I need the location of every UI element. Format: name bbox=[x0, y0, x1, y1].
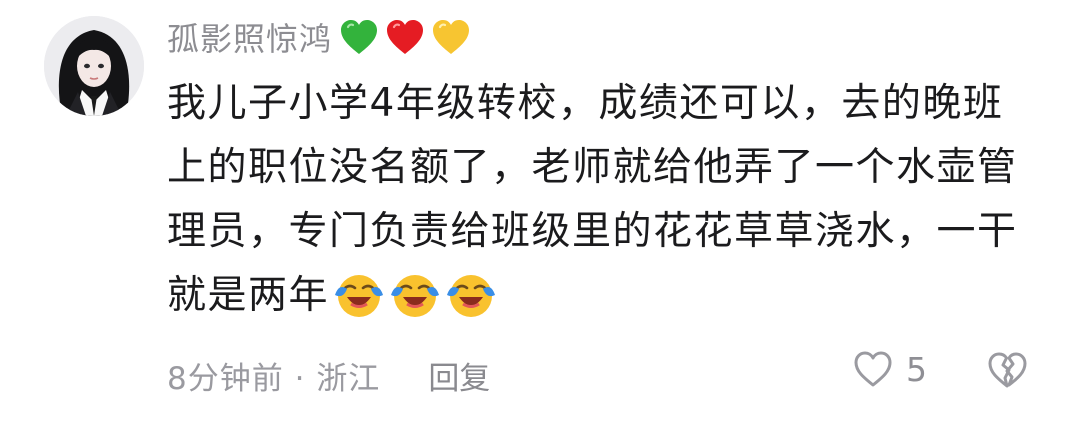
crying-laughing-emoji-icon bbox=[335, 274, 384, 317]
avatar[interactable] bbox=[44, 16, 144, 116]
emoji-group bbox=[333, 272, 501, 324]
comment-text-line: 上的职位没名额了，老师就给他弄了一个水壶管 bbox=[167, 145, 1018, 190]
comment-text-line: 就是两年 bbox=[167, 273, 330, 318]
comment-footer: 8分钟前 · 浙江 回复 5 bbox=[167, 345, 1047, 405]
comment-text-line: 我儿子小学4年级转校，成绩还可以，去的晚班 bbox=[167, 81, 1004, 126]
comment-text: 我儿子小学4年级转校，成绩还可以，去的晚班 上的职位没名额了，老师就给他弄了一个… bbox=[167, 72, 1047, 328]
red-heart-icon bbox=[387, 20, 424, 54]
heart-outline-icon bbox=[854, 351, 892, 387]
username-badges bbox=[338, 17, 476, 57]
comment-time: 8分钟前 bbox=[167, 360, 284, 397]
like-count: 5 bbox=[906, 349, 927, 389]
comment-item: 孤影照惊鸿 我儿子小学4年级转校，成绩还可以，去的晚班 上的职位没名额了，老师就… bbox=[0, 0, 1080, 433]
broken-heart-icon bbox=[988, 352, 1027, 388]
comment-text-line: 理员，专门负责给班级里的花花草草浇水，一干 bbox=[167, 209, 1018, 254]
reply-button[interactable]: 回复 bbox=[428, 353, 490, 398]
like-button[interactable]: 5 bbox=[852, 349, 927, 389]
comment-location: 浙江 bbox=[316, 360, 381, 397]
username-row: 孤影照惊鸿 bbox=[167, 14, 476, 60]
dislike-button[interactable] bbox=[985, 349, 1029, 399]
meta-separator: · bbox=[294, 360, 306, 397]
crying-laughing-emoji-icon bbox=[447, 274, 496, 317]
comment-meta: 8分钟前 · 浙江 bbox=[167, 353, 380, 398]
avatar-image bbox=[44, 16, 144, 116]
green-heart-icon bbox=[341, 20, 378, 54]
username[interactable]: 孤影照惊鸿 bbox=[167, 14, 332, 60]
yellow-heart-icon bbox=[433, 20, 470, 54]
crying-laughing-emoji-icon bbox=[391, 274, 440, 317]
comment-text-line-last: 就是两年 bbox=[167, 264, 1047, 328]
